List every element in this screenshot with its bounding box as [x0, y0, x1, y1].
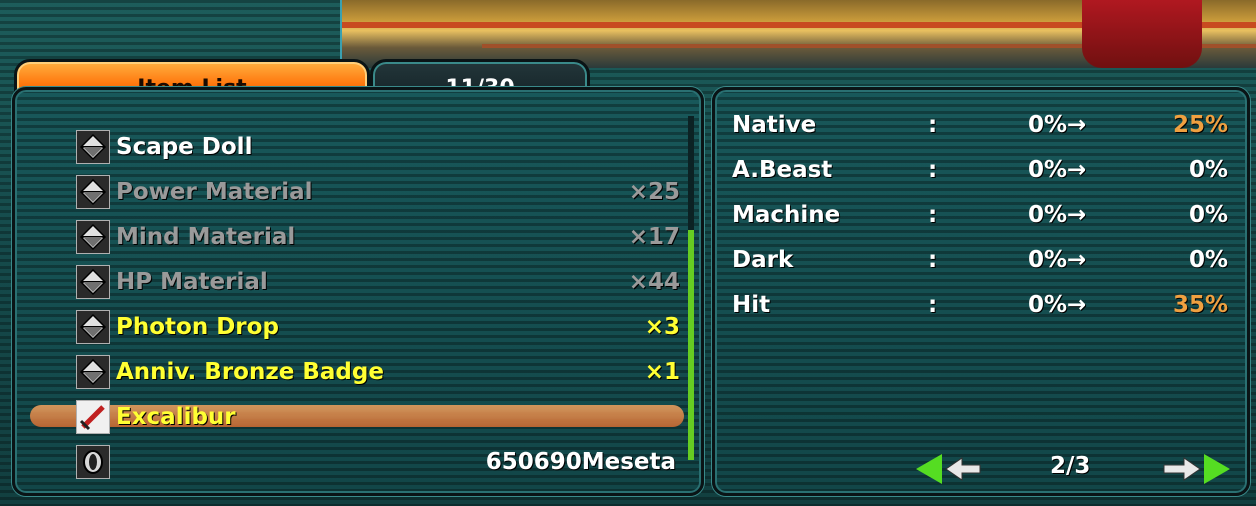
sword-icon	[76, 400, 110, 434]
stat-from-value: 0%→	[1028, 112, 1087, 138]
game-scene-background	[340, 0, 1256, 68]
stat-from-value: 0%→	[1028, 247, 1087, 273]
stat-label: A.Beast	[732, 157, 833, 183]
item-row[interactable]: Power Material ×25	[76, 172, 686, 212]
stat-label: Machine	[732, 202, 841, 228]
stat-colon: :	[928, 247, 938, 273]
diamond-box-icon	[76, 130, 110, 164]
stat-to-value: 0%	[1188, 247, 1228, 273]
scrollbar-thumb[interactable]	[688, 230, 694, 460]
diamond-box-icon	[76, 310, 110, 344]
meseta-row: 650690Meseta	[76, 442, 676, 482]
stat-to-value: 35%	[1172, 292, 1228, 318]
stat-colon: :	[928, 202, 938, 228]
item-row[interactable]: HP Material ×44	[76, 262, 686, 302]
stat-from-value: 0%→	[1028, 157, 1087, 183]
meseta-coin-icon	[76, 445, 110, 479]
item-row[interactable]: Mind Material ×17	[76, 217, 686, 257]
stat-colon: :	[928, 112, 938, 138]
stat-colon: :	[928, 157, 938, 183]
stat-label: Dark	[732, 247, 794, 273]
diamond-box-icon	[76, 175, 110, 209]
arrow-right-icon	[1163, 454, 1230, 484]
item-name: Mind Material	[116, 224, 296, 250]
diamond-box-icon	[76, 265, 110, 299]
stat-row: Native: 0%→ 25%	[732, 106, 1228, 146]
stat-to-value: 0%	[1188, 157, 1228, 183]
item-quantity: ×17	[628, 224, 680, 250]
item-quantity: ×3	[644, 314, 680, 340]
item-name: Photon Drop	[116, 314, 279, 340]
character-figure	[1082, 0, 1202, 68]
stat-to-value: 0%	[1188, 202, 1228, 228]
stat-from-value: 0%→	[1028, 292, 1087, 318]
stat-row: Machine: 0%→ 0%	[732, 196, 1228, 236]
stat-row: A.Beast: 0%→ 0%	[732, 151, 1228, 191]
stat-from-value: 0%→	[1028, 202, 1087, 228]
item-name: Anniv. Bronze Badge	[116, 359, 384, 385]
meseta-amount: 650690Meseta	[485, 449, 676, 475]
diamond-box-icon	[76, 355, 110, 389]
item-name: Power Material	[116, 179, 313, 205]
page-indicator: 2/3	[1050, 453, 1091, 479]
stat-row: Dark: 0%→ 0%	[732, 241, 1228, 281]
item-quantity: ×1	[644, 359, 680, 385]
item-quantity: ×44	[628, 269, 680, 295]
item-row[interactable]: Excalibur	[76, 397, 686, 437]
stat-label: Native	[732, 112, 817, 138]
arrow-left-icon	[916, 454, 981, 484]
item-name: Scape Doll	[116, 134, 253, 160]
page-next-button[interactable]	[1162, 452, 1230, 486]
item-quantity: ×25	[628, 179, 680, 205]
diamond-box-icon	[76, 220, 110, 254]
item-row[interactable]: Photon Drop ×3	[76, 307, 686, 347]
item-row[interactable]: Scape Doll	[76, 127, 686, 167]
item-name: Excalibur	[116, 404, 236, 430]
item-name: HP Material	[116, 269, 268, 295]
item-row[interactable]: Anniv. Bronze Badge ×1	[76, 352, 686, 392]
stat-to-value: 25%	[1172, 112, 1228, 138]
stat-label: Hit	[732, 292, 771, 318]
stat-colon: :	[928, 292, 938, 318]
page-prev-button[interactable]	[916, 452, 982, 486]
stat-row: Hit: 0%→ 35%	[732, 286, 1228, 326]
